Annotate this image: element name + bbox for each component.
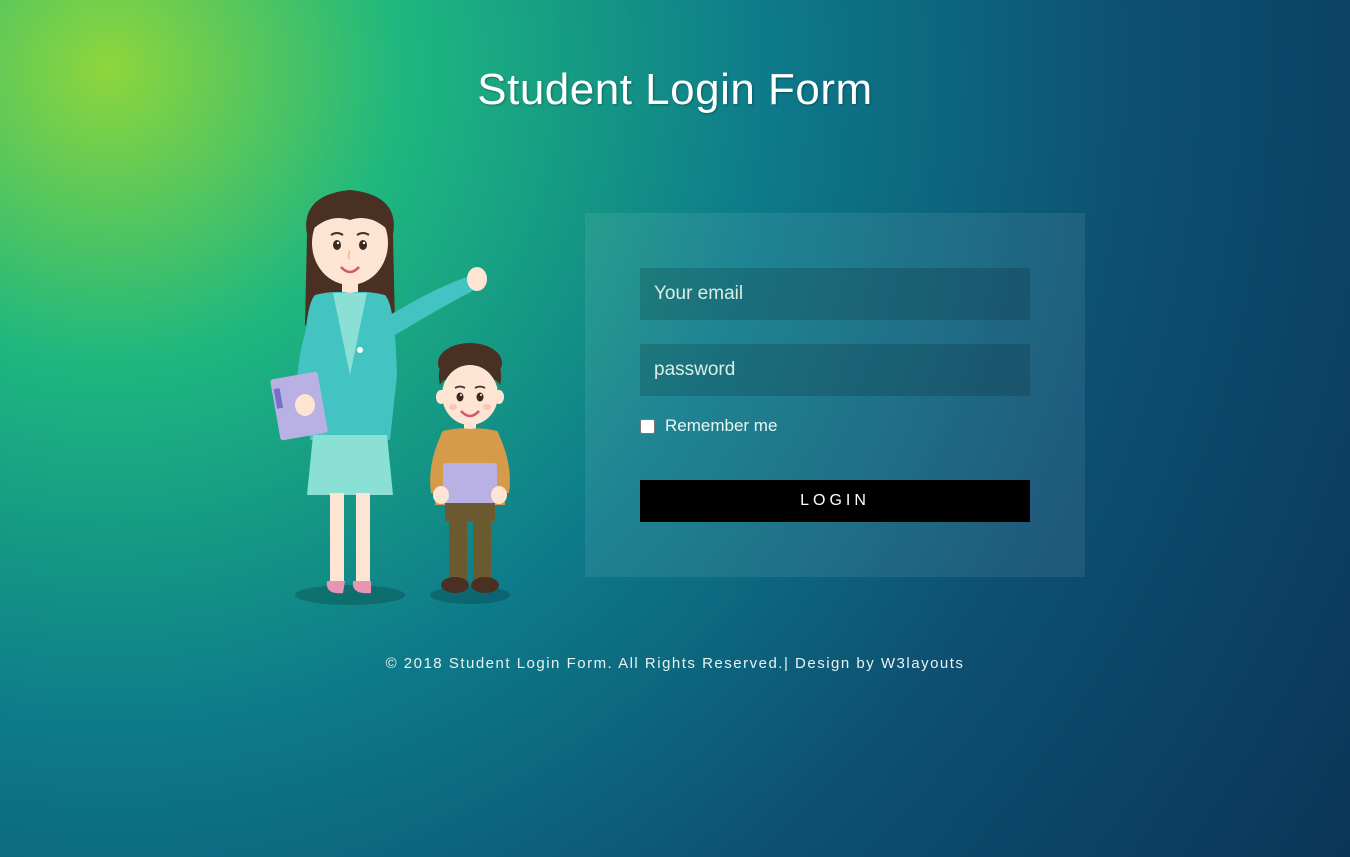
email-input[interactable] (640, 268, 1030, 320)
main-content: Remember me LOGIN (0, 185, 1350, 605)
teacher-student-illustration (265, 185, 565, 605)
remember-me-wrap[interactable]: Remember me (640, 416, 1030, 436)
login-button[interactable]: LOGIN (640, 480, 1030, 522)
footer-text: © 2018 Student Login Form. All Rights Re… (0, 655, 1350, 672)
footer-copyright: © 2018 Student Login Form. All Rights Re… (386, 655, 881, 672)
footer-link[interactable]: W3layouts (881, 655, 965, 672)
remember-me-label: Remember me (665, 416, 777, 436)
login-form-card: Remember me LOGIN (585, 213, 1085, 577)
page-title: Student Login Form (0, 0, 1350, 115)
password-input[interactable] (640, 344, 1030, 396)
remember-me-checkbox[interactable] (640, 419, 655, 434)
